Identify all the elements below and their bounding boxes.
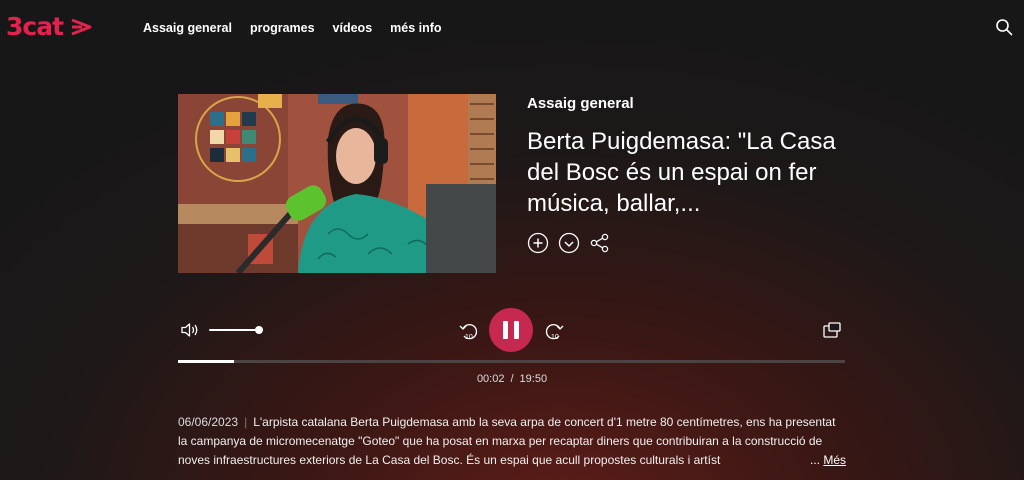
time-separator: / (510, 373, 514, 385)
episode-thumbnail-image (178, 94, 496, 273)
current-time: 00:02 (476, 373, 505, 385)
nav-item-programes[interactable]: programes (250, 21, 315, 35)
description-text: L'arpista catalana Berta Puigdemasa amb … (178, 415, 836, 467)
rewind-10-icon[interactable]: 10 (458, 320, 480, 342)
description-ellipsis: ... (810, 453, 821, 467)
progress-bar-fill (178, 360, 235, 363)
episode-info: Assaig general Berta Puigdemasa: "La Cas… (527, 94, 857, 219)
nav-item-assaig-general[interactable]: Assaig general (143, 21, 232, 35)
nav-item-mes-info[interactable]: més info (390, 21, 441, 35)
program-name[interactable]: Assaig general (527, 94, 857, 114)
main-nav: Assaig general programes vídeos més info (143, 21, 460, 35)
logo[interactable]: 3cat (6, 13, 92, 41)
pause-button[interactable] (489, 308, 533, 352)
mini-player-icon[interactable] (822, 321, 842, 341)
add-icon[interactable] (527, 232, 549, 254)
duration: 19:50 (519, 373, 548, 385)
download-icon[interactable] (558, 232, 580, 254)
volume-slider-handle[interactable] (255, 326, 263, 334)
nav-item-videos[interactable]: vídeos (333, 21, 373, 35)
share-icon[interactable] (589, 232, 611, 254)
forward-seconds-label: 10 (551, 334, 559, 341)
publish-date: 06/06/2023 (178, 415, 239, 429)
episode-thumbnail[interactable] (178, 94, 496, 273)
forward-10-icon[interactable]: 10 (543, 320, 565, 342)
pause-icon-bar (514, 321, 519, 339)
pause-icon (503, 321, 508, 339)
top-bar: 3cat Assaig general programes vídeos més… (0, 0, 1024, 58)
more-label[interactable]: Més (823, 453, 846, 467)
progress-bar[interactable] (178, 360, 845, 363)
search-icon[interactable] (995, 18, 1013, 36)
more-link[interactable]: ... Més (810, 451, 846, 470)
time-display: 00:02 / 19:50 (0, 373, 1024, 385)
episode-title: Berta Puigdemasa: "La Casa del Bosc és u… (527, 128, 836, 217)
episode-actions (527, 232, 611, 254)
logo-text: 3cat (6, 12, 64, 41)
rewind-seconds-label: 10 (465, 334, 473, 341)
description-separator: | (244, 415, 248, 429)
logo-arrow-icon (71, 18, 92, 36)
volume-icon[interactable] (180, 322, 200, 338)
episode-description: 06/06/2023 | L'arpista catalana Berta Puig… (178, 413, 848, 470)
volume-slider-track[interactable] (209, 329, 259, 331)
